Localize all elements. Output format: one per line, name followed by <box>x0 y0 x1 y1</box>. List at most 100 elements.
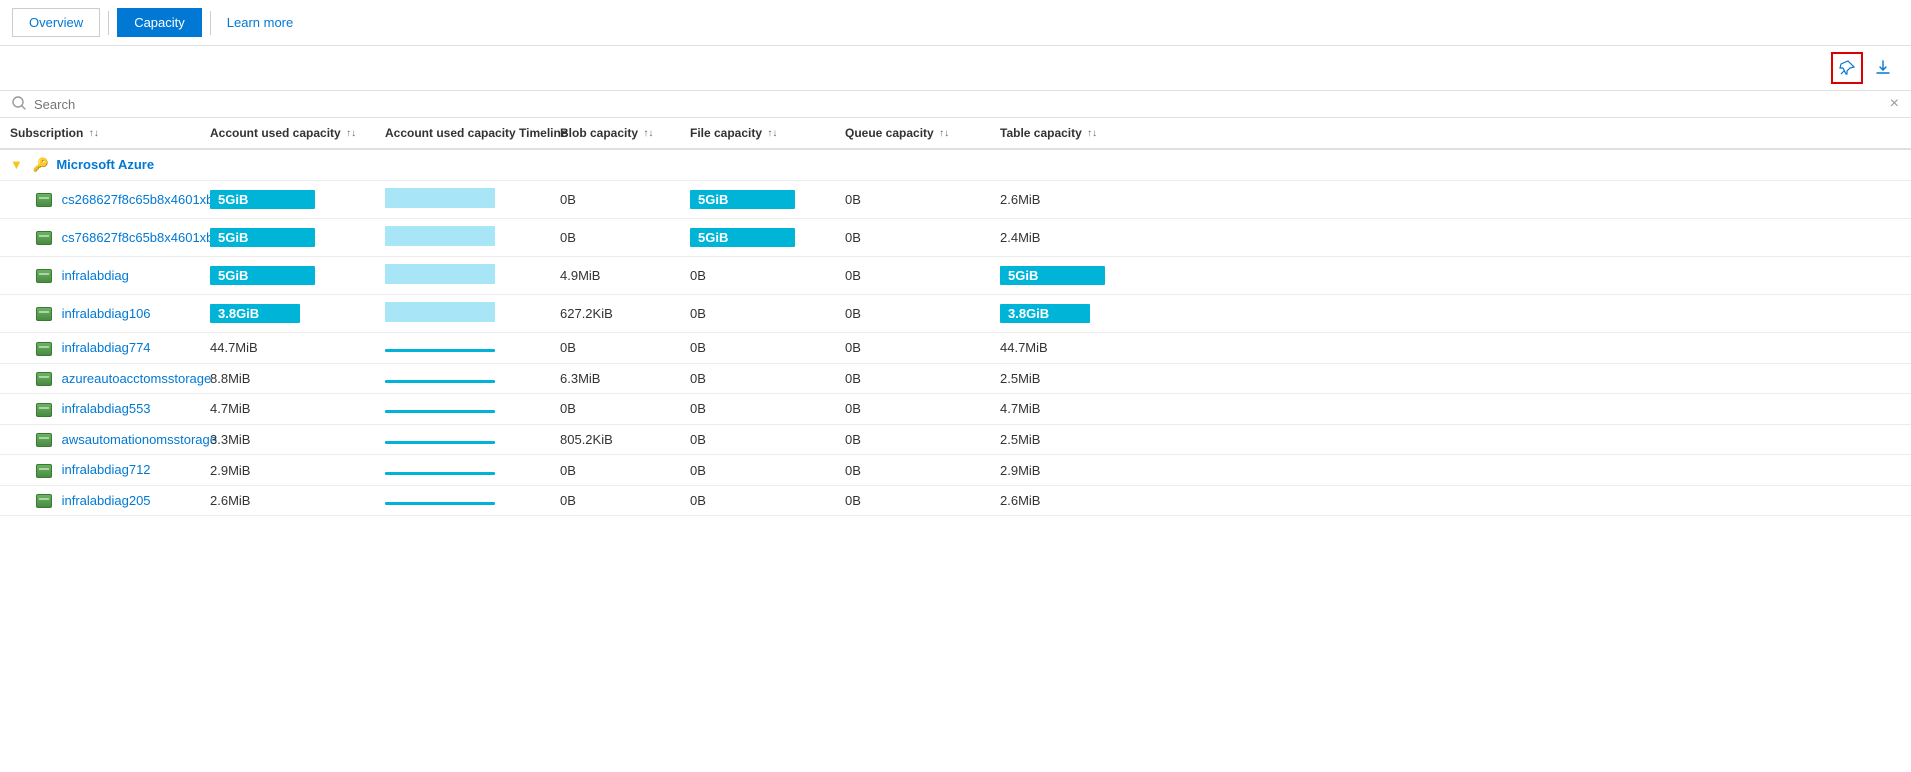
blob-capacity-value: 4.9MiB <box>560 268 600 283</box>
table-row: infralabdiag712 2.9MiB 0B 0B 0B 2.9MiB <box>0 455 1911 486</box>
group-name-cell: ▼ 🔑 Microsoft Azure <box>0 149 1911 181</box>
col-header-used-capacity[interactable]: Account used capacity ↑↓ <box>200 118 375 149</box>
timeline-bar-thin <box>385 502 495 505</box>
account-link[interactable]: infralabdiag106 <box>62 306 151 321</box>
queue-capacity-cell: 0B <box>835 455 990 486</box>
blob-capacity-cell: 0B <box>550 219 680 257</box>
account-link[interactable]: awsautomationomsstorage <box>62 432 217 447</box>
capacity-button[interactable]: Capacity <box>117 8 202 37</box>
account-link[interactable]: cs268627f8c65b8x4601xb48 <box>62 192 228 207</box>
queue-capacity-cell: 0B <box>835 394 990 425</box>
used-capacity-bar-wrap: 5GiB <box>210 190 315 209</box>
table-row: infralabdiag 5GiB 4.9MiB 0B 0B 5GiB <box>0 257 1911 295</box>
nav-separator-1 <box>108 11 109 35</box>
account-link[interactable]: infralabdiag712 <box>62 462 151 477</box>
queue-capacity-value: 0B <box>845 432 861 447</box>
timeline-bar <box>385 264 495 284</box>
storage-icon <box>36 307 52 321</box>
search-clear-button[interactable]: × <box>1890 95 1899 113</box>
timeline-cell <box>375 363 550 394</box>
learn-more-link[interactable]: Learn more <box>219 9 301 36</box>
file-capacity-cell: 0B <box>680 295 835 333</box>
timeline-cell <box>375 485 550 516</box>
col-header-table[interactable]: Table capacity ↑↓ <box>990 118 1911 149</box>
account-link[interactable]: infralabdiag774 <box>62 340 151 355</box>
table-row: azureautoacctomsstorage 8.8MiB 6.3MiB 0B… <box>0 363 1911 394</box>
account-link[interactable]: azureautoacctomsstorage <box>62 371 212 386</box>
blob-capacity-value: 0B <box>560 463 576 478</box>
queue-capacity-cell: 0B <box>835 219 990 257</box>
table-header-row: Subscription ↑↓ Account used capacity ↑↓… <box>0 118 1911 149</box>
download-button[interactable] <box>1867 52 1899 84</box>
account-link[interactable]: cs768627f8c65b8x4601xb48 <box>62 230 228 245</box>
queue-capacity-cell: 0B <box>835 485 990 516</box>
blob-capacity-cell: 0B <box>550 181 680 219</box>
blob-capacity-cell: 0B <box>550 394 680 425</box>
subscription-cell: infralabdiag712 <box>0 455 200 486</box>
queue-capacity-value: 0B <box>845 306 861 321</box>
storage-icon <box>36 433 52 447</box>
storage-icon <box>36 494 52 508</box>
sort-icon-used-capacity: ↑↓ <box>346 128 356 139</box>
blob-capacity-value: 6.3MiB <box>560 371 600 386</box>
used-capacity-value: 2.6MiB <box>210 493 250 508</box>
col-header-file[interactable]: File capacity ↑↓ <box>680 118 835 149</box>
used-capacity-value: 3.8GiB <box>210 304 300 323</box>
file-capacity-value: 0B <box>690 340 706 355</box>
col-header-subscription[interactable]: Subscription ↑↓ <box>0 118 200 149</box>
blob-capacity-value: 0B <box>560 493 576 508</box>
table-capacity-value: 5GiB <box>1000 266 1105 285</box>
table-row: cs768627f8c65b8x4601xb48 5GiB 0B 5GiB 0B… <box>0 219 1911 257</box>
group-subscription-link[interactable]: Microsoft Azure <box>56 157 154 172</box>
used-capacity-cell: 5GiB <box>200 257 375 295</box>
timeline-bar <box>385 188 495 208</box>
subscription-cell: azureautoacctomsstorage <box>0 363 200 394</box>
col-header-blob[interactable]: Blob capacity ↑↓ <box>550 118 680 149</box>
blob-capacity-cell: 6.3MiB <box>550 363 680 394</box>
used-capacity-value: 8.8MiB <box>210 371 250 386</box>
subscription-cell: infralabdiag774 <box>0 333 200 364</box>
table-capacity-value: 4.7MiB <box>1000 401 1040 416</box>
blob-capacity-cell: 0B <box>550 485 680 516</box>
download-icon <box>1875 60 1891 76</box>
blob-capacity-value: 0B <box>560 340 576 355</box>
queue-capacity-cell: 0B <box>835 363 990 394</box>
blob-capacity-cell: 0B <box>550 455 680 486</box>
table-capacity-cell: 2.6MiB <box>990 485 1911 516</box>
used-capacity-bar-wrap: 5GiB <box>210 266 315 285</box>
table-capacity-cell: 2.5MiB <box>990 424 1911 455</box>
timeline-bar <box>385 302 495 322</box>
timeline-cell <box>375 257 550 295</box>
sort-icon-subscription: ↑↓ <box>89 128 99 139</box>
group-row: ▼ 🔑 Microsoft Azure <box>0 149 1911 181</box>
pin-button[interactable] <box>1831 52 1863 84</box>
account-link[interactable]: infralabdiag205 <box>62 493 151 508</box>
file-capacity-cell: 0B <box>680 485 835 516</box>
used-capacity-cell: 2.9MiB <box>200 455 375 486</box>
table-capacity-cell: 2.6MiB <box>990 181 1911 219</box>
group-arrow[interactable]: ▼ <box>10 157 23 172</box>
col-header-queue[interactable]: Queue capacity ↑↓ <box>835 118 990 149</box>
file-capacity-value: 0B <box>690 268 706 283</box>
table-capacity-value: 2.6MiB <box>1000 493 1040 508</box>
file-capacity-value: 0B <box>690 432 706 447</box>
used-capacity-cell: 3.8GiB <box>200 295 375 333</box>
blob-capacity-value: 805.2KiB <box>560 432 613 447</box>
table-capacity-cell: 3.8GiB <box>990 295 1911 333</box>
account-link[interactable]: infralabdiag553 <box>62 401 151 416</box>
overview-button[interactable]: Overview <box>12 8 100 37</box>
queue-capacity-cell: 0B <box>835 424 990 455</box>
search-input[interactable] <box>34 97 1890 112</box>
storage-icon <box>36 464 52 478</box>
col-header-timeline: Account used capacity Timeline <box>375 118 550 149</box>
storage-icon <box>36 193 52 207</box>
table-capacity-value: 2.5MiB <box>1000 371 1040 386</box>
used-capacity-cell: 3.3MiB <box>200 424 375 455</box>
file-capacity-cell: 0B <box>680 455 835 486</box>
table-capacity-value: 2.6MiB <box>1000 192 1040 207</box>
timeline-cell <box>375 219 550 257</box>
storage-icon <box>36 342 52 356</box>
account-link[interactable]: infralabdiag <box>62 268 129 283</box>
file-capacity-cell: 0B <box>680 363 835 394</box>
table-capacity-value: 3.8GiB <box>1000 304 1090 323</box>
